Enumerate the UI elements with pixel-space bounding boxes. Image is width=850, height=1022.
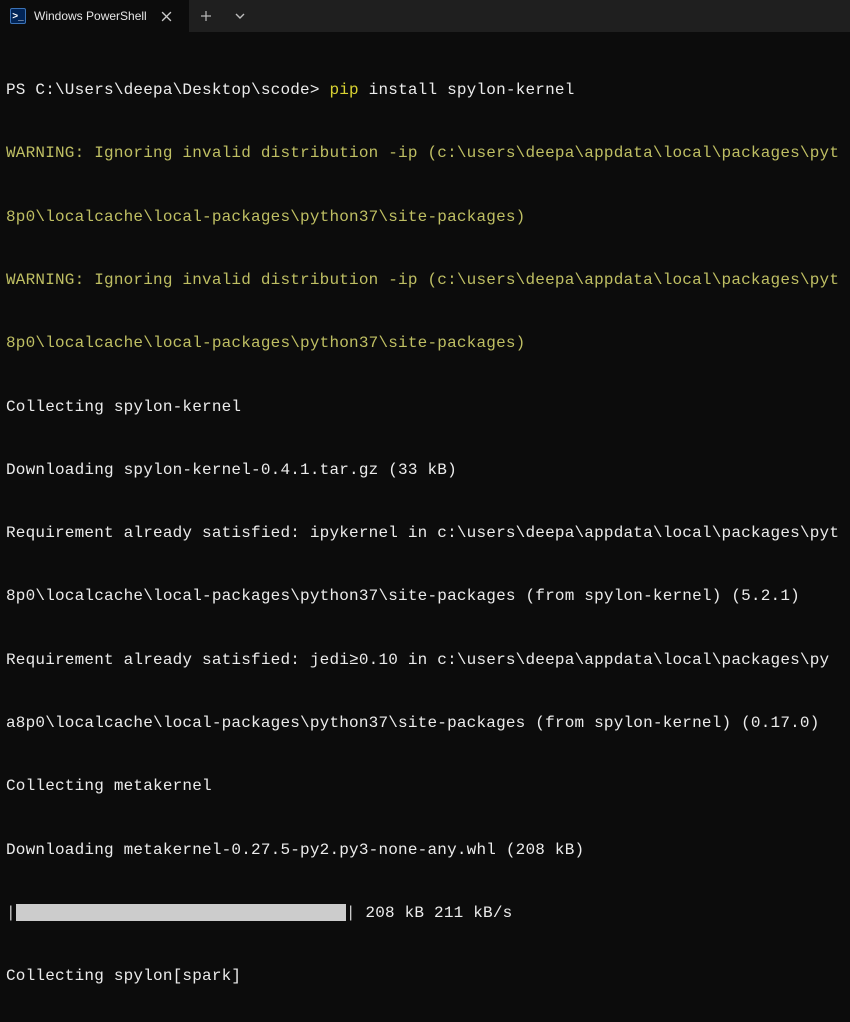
powershell-icon: >_ bbox=[10, 8, 26, 24]
title-bar: >_ Windows PowerShell bbox=[0, 0, 850, 32]
new-tab-button[interactable] bbox=[189, 0, 223, 32]
tab-powershell[interactable]: >_ Windows PowerShell bbox=[0, 0, 189, 32]
prompt-prefix: PS C:\Users\deepa\Desktop\scode> bbox=[6, 81, 329, 99]
output-line: Collecting spylon-kernel bbox=[6, 397, 844, 418]
output-line: Collecting metakernel bbox=[6, 776, 844, 797]
chevron-down-icon bbox=[234, 10, 246, 22]
close-tab-button[interactable] bbox=[155, 4, 179, 28]
output-line: Downloading metakernel-0.27.5-py2.py3-no… bbox=[6, 840, 844, 861]
warning-line: WARNING: Ignoring invalid distribution -… bbox=[6, 270, 844, 291]
output-line: Collecting spylon[spark] bbox=[6, 966, 844, 987]
tab-title: Windows PowerShell bbox=[34, 9, 147, 23]
progress-label: 208 kB 211 kB/s bbox=[356, 904, 513, 922]
output-line: a8p0\localcache\local-packages\python37\… bbox=[6, 713, 844, 734]
plus-icon bbox=[200, 10, 212, 22]
warning-line: 8p0\localcache\local-packages\python37\s… bbox=[6, 333, 844, 354]
warning-line: WARNING: Ignoring invalid distribution -… bbox=[6, 143, 844, 164]
prompt-line: PS C:\Users\deepa\Desktop\scode> pip ins… bbox=[6, 80, 844, 101]
terminal-output[interactable]: PS C:\Users\deepa\Desktop\scode> pip ins… bbox=[0, 32, 850, 1022]
command-name: pip bbox=[329, 81, 368, 99]
output-line: Requirement already satisfied: ipykernel… bbox=[6, 523, 844, 544]
output-line: 8p0\localcache\local-packages\python37\s… bbox=[6, 586, 844, 607]
warning-line: 8p0\localcache\local-packages\python37\s… bbox=[6, 207, 844, 228]
close-icon bbox=[161, 11, 172, 22]
progress-bar bbox=[16, 904, 346, 921]
output-line: Downloading spylon-kernel-0.4.1.tar.gz (… bbox=[6, 460, 844, 481]
progress-line: || 208 kB 211 kB/s bbox=[6, 903, 844, 924]
output-line: Requirement already satisfied: jedi≥0.10… bbox=[6, 650, 844, 671]
tab-dropdown-button[interactable] bbox=[223, 0, 257, 32]
command-args: install spylon-kernel bbox=[369, 81, 575, 99]
